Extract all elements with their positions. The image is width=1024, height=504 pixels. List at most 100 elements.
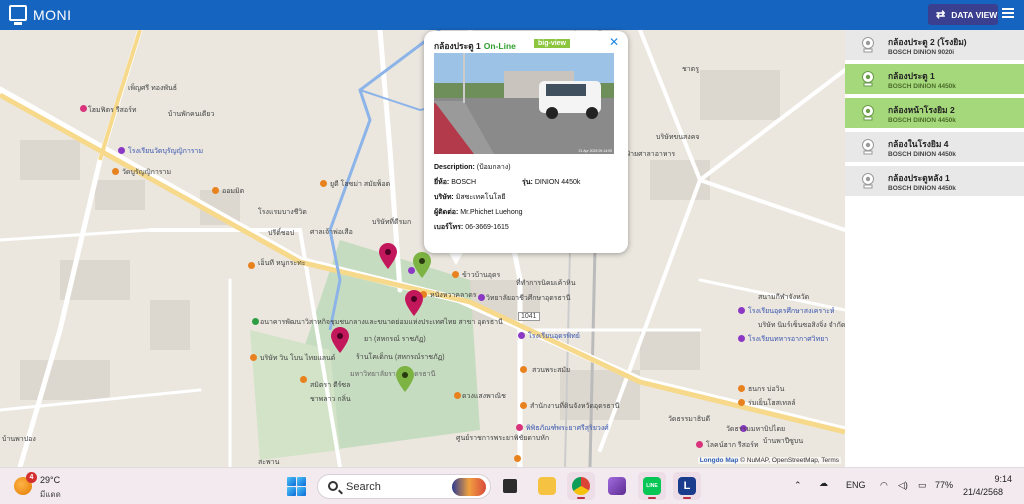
map-label: มหาวิทยาลัยราชภัฏอุดรธานี (350, 371, 436, 378)
map-label: ยา (สหกรณ์ ราชภัฏ) (364, 336, 426, 343)
clock-date[interactable]: 21/4/2568 (963, 487, 1003, 497)
map-label: บริษัทขนสงคจ (656, 134, 700, 141)
map-label: บริษัท วิน โบน ไทยแลนด์ (260, 355, 336, 362)
camera-list-item[interactable]: กล้องประตูหลัง 1 BOSCH DINION 4450k (845, 166, 1024, 196)
map-label: บริษัทที่ดีรมก (372, 219, 412, 226)
map-label: ที่ทำการนิคมเค้าหิน (516, 280, 576, 287)
poi-marker[interactable] (520, 402, 527, 409)
weather-description[interactable]: มีแดด (40, 488, 61, 501)
battery-icon[interactable]: ▭ (918, 480, 927, 491)
app-title: MONI (33, 7, 72, 23)
webcam-icon (862, 139, 874, 155)
camera-pin-green[interactable] (413, 252, 431, 278)
poi-marker[interactable] (452, 271, 459, 278)
map-label: ศาลเจ้าพ่อเสือ (310, 229, 353, 236)
poi-marker[interactable] (514, 455, 521, 462)
poi-marker[interactable] (478, 294, 485, 301)
poi-marker[interactable] (252, 318, 259, 325)
l-app-icon[interactable]: L (673, 472, 701, 500)
camera-pin-green[interactable] (396, 366, 414, 392)
poi-marker[interactable] (738, 335, 745, 342)
description-label: Description: (434, 164, 475, 171)
poi-marker[interactable] (250, 354, 257, 361)
map-label: ปรีติ์ชอป (268, 230, 295, 237)
poi-marker[interactable] (80, 105, 87, 112)
poi-marker[interactable] (516, 424, 523, 431)
taskbar-search[interactable]: Search (317, 474, 491, 499)
poi-marker[interactable] (738, 399, 745, 406)
poi-marker[interactable] (212, 187, 219, 194)
camera-list-item[interactable]: กล้องประตู 1 BOSCH DINION 4450k (845, 64, 1024, 94)
poi-marker[interactable] (454, 392, 461, 399)
poi-marker[interactable] (738, 307, 745, 314)
map-label: ธนกร บ่อวิน (748, 386, 785, 393)
camera-pin-pink[interactable] (405, 290, 423, 316)
poi-marker[interactable] (738, 385, 745, 392)
popup-tail (448, 251, 464, 265)
camera-pin-pink[interactable] (331, 327, 349, 353)
windows-start-icon[interactable] (287, 477, 306, 496)
weather-badge: 4 (26, 472, 37, 483)
poi-marker[interactable] (696, 441, 703, 448)
camera-list-item[interactable]: กล้องในโรงยิม 4 BOSCH DINION 4450k (845, 132, 1024, 162)
volume-icon[interactable]: ◁) (898, 480, 908, 491)
phone-value: 06-3669-1615 (465, 224, 509, 231)
map-label: สำนักงานที่ดินจังหวัดอุดรธานี (530, 403, 620, 410)
poi-marker[interactable] (520, 366, 527, 373)
map-label: ออมมิต (222, 188, 245, 195)
map-label: วัดธรรมมหาบิปไดย (726, 426, 786, 433)
map-label: โรงเรียนอุดรศึกษาสงเคราะห์ (748, 308, 835, 315)
temperature[interactable]: 29°C (40, 475, 60, 485)
poi-marker[interactable] (248, 262, 255, 269)
map-label: บ้านพาปีซูบน (763, 438, 804, 445)
map-label: ร้านโคเด็กน (สหกรณ์ราชภัฏ) (356, 354, 445, 361)
hamburger-menu-icon[interactable] (1002, 8, 1014, 18)
close-icon[interactable]: ✕ (609, 35, 619, 49)
language-indicator[interactable]: ENG (846, 480, 866, 490)
map-label: บริษัท นิมร์เซ็นซอสิงจิ่ง จำกัด (758, 322, 845, 329)
company-value: มิสซะเทคโนโลยี (455, 194, 506, 201)
big-view-button[interactable]: big-view (534, 39, 571, 48)
clock-time[interactable]: 9:14 (982, 474, 1012, 484)
camera-snapshot-image (434, 53, 614, 154)
camera-list-item[interactable]: กล้องประตู 2 (โรงยิม) BOSCH DINION 9020i (845, 30, 1024, 60)
poi-marker[interactable] (518, 332, 525, 339)
camera-pin-pink[interactable] (379, 243, 397, 269)
webcam-icon (862, 173, 874, 189)
map-background (0, 30, 845, 467)
wifi-icon[interactable]: ◠ (880, 480, 888, 491)
phone-label: เบอร์โทร: (434, 224, 464, 231)
poi-marker[interactable] (300, 376, 307, 383)
map-label: อนาคารพัฒนาวิสาหกิจชุมชนกลางและขนาดย่อมแ… (260, 319, 503, 326)
data-view-button[interactable]: ⇄ DATA VIEW (928, 4, 998, 25)
map-label: โรงเรียนทหารอากาศวิทยา (748, 336, 829, 343)
camera-list-item[interactable]: กล้องหน้าโรงยิม 2 BOSCH DINION 4450k (845, 98, 1024, 128)
chevron-up-icon[interactable]: ⌃ (794, 480, 802, 491)
cloud-icon[interactable]: ☁ (819, 478, 828, 489)
map-label: เพ็ญศรี ทองพันธ์ (128, 85, 178, 92)
map-label: สะพาน (258, 459, 280, 466)
search-icon (328, 481, 338, 491)
company-row: บริษัท: มิสซะเทคโนโลยี (434, 192, 506, 203)
map-label: ฝ่ายศาลาอาหาร (626, 151, 676, 158)
map-view[interactable]: เพ็ญศรี ทองพันธ์ บ้านพักคนเดียว โฮมฟิตร … (0, 30, 845, 467)
app-header: MONI ⇄ DATA VIEW (0, 0, 1024, 30)
camera-name: กล้องประตู 1 (888, 71, 935, 81)
map-label: โฮมฟิตร รีสอร์ท (88, 107, 137, 114)
camera-model: BOSCH DINION 4450k (888, 151, 956, 158)
camera-model: BOSCH DINION 9020i (888, 49, 955, 56)
battery-percent[interactable]: 77% (935, 480, 953, 490)
line-app-icon[interactable]: LINE (638, 472, 666, 500)
camera-snapshot[interactable]: 21 Apr 2025 09:14:09 (434, 53, 614, 154)
poi-marker[interactable] (320, 180, 327, 187)
poi-marker[interactable] (112, 168, 119, 175)
attribution-text: © NuMAP, OpenStreetMap, Terms (740, 457, 839, 464)
windows-taskbar: 4 29°C มีแดด Search LINE L ⌃ ☁ ENG ◠ ◁) … (0, 467, 1024, 504)
visual-studio-icon[interactable] (603, 472, 631, 500)
file-explorer-icon[interactable] (533, 472, 561, 500)
poi-marker[interactable] (118, 147, 125, 154)
map-label: โรงแรมบางชีวิต (258, 209, 307, 216)
map-label: สนามกีฬาจังหวัด (758, 294, 810, 301)
task-view-icon[interactable] (496, 472, 524, 500)
chrome-icon[interactable] (567, 472, 595, 500)
